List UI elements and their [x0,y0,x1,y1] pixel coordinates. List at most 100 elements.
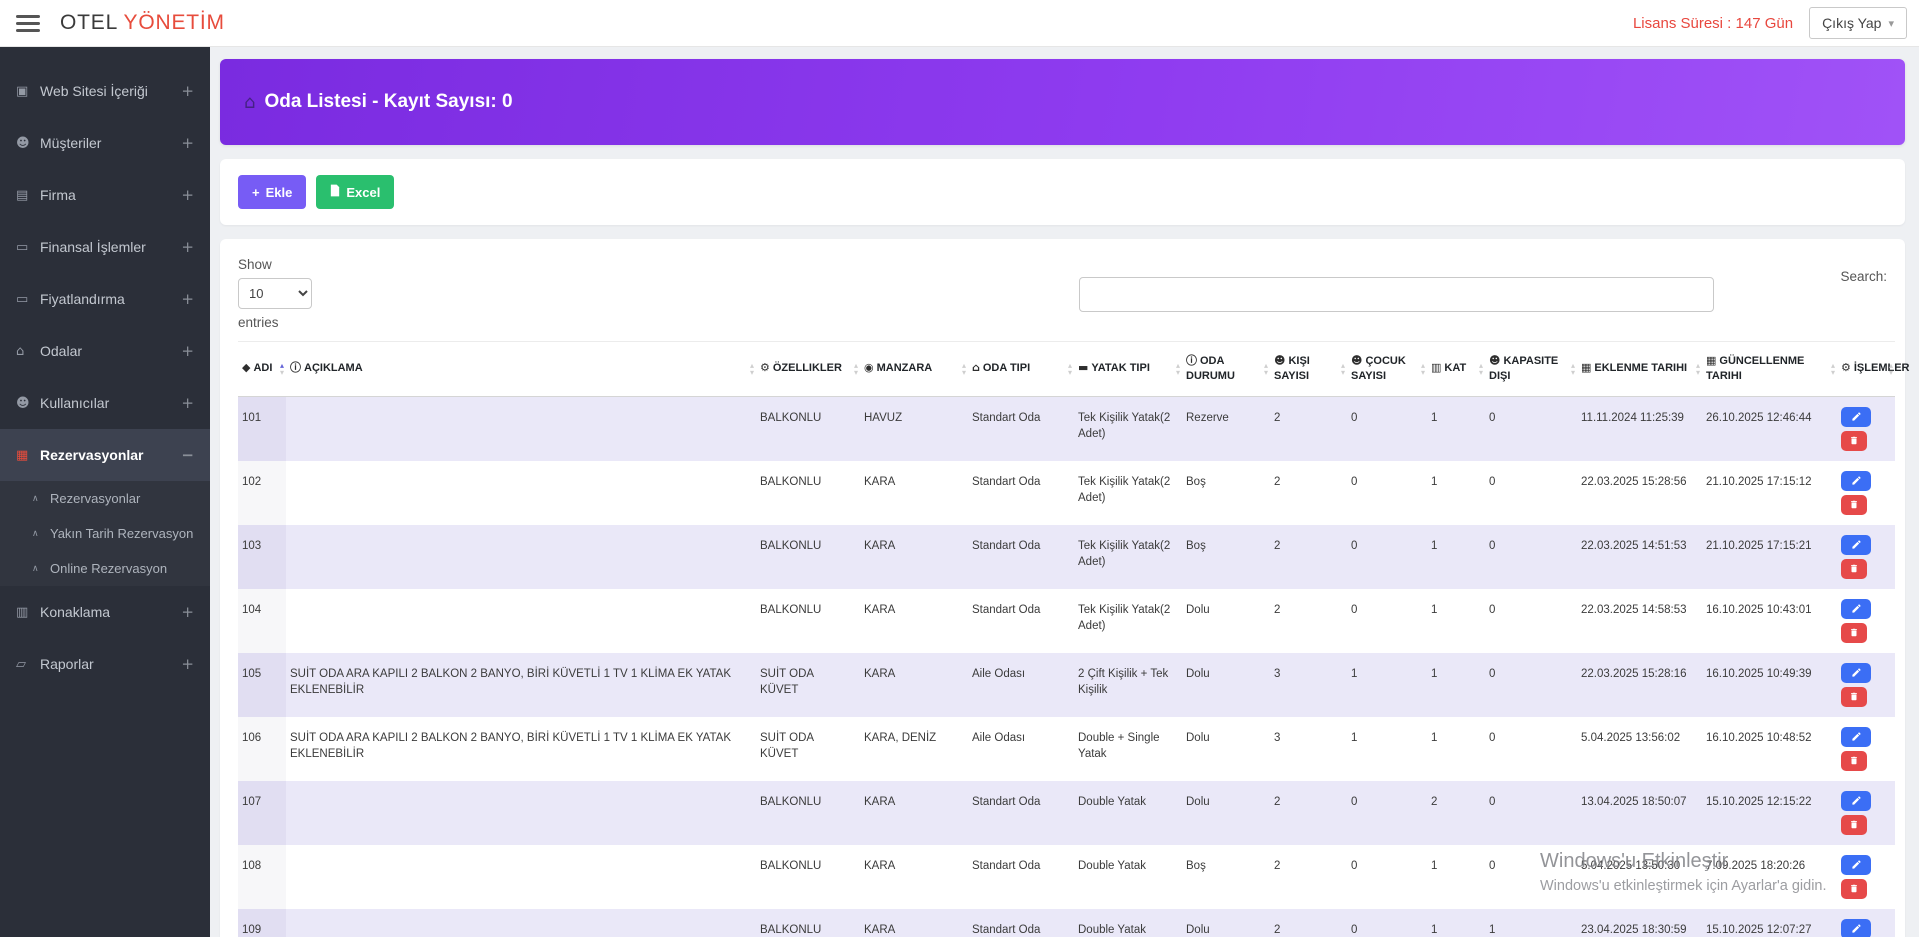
column-header-yatak-tipi[interactable]: ▬ YATAK TIPI ▴ ▾ [1074,341,1182,397]
delete-button[interactable] [1841,686,1867,707]
table-row: 106 SUİT ODA ARA KAPILI 2 BALKON 2 BANYO… [238,716,1895,781]
cell-oda-tipi: Standart Oda [972,923,1041,936]
cell-islemler [1837,909,1895,937]
sidebar-item-konaklama[interactable]: ▥ Konaklama + [0,586,210,638]
sidebar-item-label: Odalar [40,343,83,359]
delete-button[interactable] [1841,878,1867,899]
edit-button[interactable] [1841,470,1871,491]
edit-button[interactable] [1841,598,1871,619]
excel-export-button[interactable]: Excel [316,175,395,209]
cell-kisi-sayisi: 2 [1274,475,1281,488]
cell-guncellenme-tarihi: 16.10.2025 10:43:01 [1706,603,1812,616]
delete-button[interactable] [1841,622,1867,643]
trash-icon [1849,755,1859,766]
sidebar-item-rezervasyonlar[interactable]: ▦ Rezervasyonlar − [0,429,210,481]
logout-button[interactable]: Çıkış Yap ▾ [1809,7,1907,39]
cell-ozellikler: BALKONLU [760,859,822,872]
column-header-kisi-sayisi[interactable]: ☻ KIŞI SAYISI ▴ ▾ [1270,341,1347,397]
column-header-oda-durumu[interactable]: ⓘ ODA DURUMU ▴ ▾ [1182,341,1270,397]
sidebar-item-firma[interactable]: ▤ Firma + [0,169,210,221]
sidebar-subitem-rezervasyonlar[interactable]: ∧ Rezervasyonlar [0,481,210,516]
sidebar-item-fiyatlandirma[interactable]: ▭ Fiyatlandırma + [0,273,210,325]
edit-button[interactable] [1841,918,1871,937]
column-header-aciklama[interactable]: ⓘ AÇIKLAMA ▴ ▾ [286,341,756,397]
sidebar-item-raporlar[interactable]: ▱ Raporlar + [0,638,210,690]
sort-arrows-icon: ▴ ▾ [961,360,966,377]
sidebar-item-label: Firma [40,187,76,203]
delete-button[interactable] [1841,814,1867,835]
page-header-banner: ⌂ Oda Listesi - Kayıt Sayısı: 0 [220,59,1905,145]
delete-button[interactable] [1841,558,1867,579]
sidebar-subitem-online-rezervasyon[interactable]: ∧ Online Rezervasyon [0,551,210,586]
sidebar-item-label: Yakın Tarih Rezervasyon [50,526,194,541]
edit-button[interactable] [1841,790,1871,811]
delete-button[interactable] [1841,750,1867,771]
home-icon: ⌂ [16,343,25,359]
cell-islemler [1837,589,1895,653]
column-header-guncellenme-tarihi[interactable]: ▦ GÜNCELLENME TARIHI ▴ ▾ [1702,341,1837,397]
cell-manzara: KARA [864,795,896,808]
cell-eklenme-tarihi: 22.03.2025 14:51:53 [1581,539,1687,552]
delete-button[interactable] [1841,430,1867,451]
sidebar-item-web-sitesi-icerigi[interactable]: ▣ Web Sitesi İçeriği + [0,65,210,117]
plus-icon: + [252,184,260,200]
license-duration-text: Lisans Süresi : 147 Gün [1632,14,1794,32]
column-header-kat[interactable]: ▥ KAT ▴ ▾ [1427,341,1485,397]
pencil-icon [1851,667,1862,678]
cell-eklenme-tarihi: 13.04.2025 18:50:07 [1581,795,1687,808]
column-header-cocuk-sayisi[interactable]: ☻ ÇOCUK SAYISI ▴ ▾ [1347,341,1427,397]
cell-oda-tipi: Standart Oda [972,539,1041,552]
table-row: 109 BALKONLU KARA Standart Oda Double Ya… [238,908,1895,937]
cell-ozellikler: BALKONLU [760,603,822,616]
column-header-islemler[interactable]: ⚙ İŞLEMLER ▴ ▾ [1837,341,1910,397]
page-size-select[interactable]: 10 [238,278,312,309]
calendar-icon: ▦ [1581,361,1592,375]
cell-eklenme-tarihi: 23.04.2025 18:30:59 [1581,923,1687,936]
column-header-kapasite-disi[interactable]: ☻ KAPASITE DIŞI ▴ ▾ [1485,341,1577,397]
cell-adi: 103 [238,524,286,589]
edit-button[interactable] [1841,534,1871,555]
column-header-manzara[interactable]: ◉ MANZARA ▴ ▾ [860,341,968,397]
cell-manzara: KARA [864,667,896,680]
table-row: 103 BALKONLU KARA Standart Oda Tek Kişil… [238,524,1895,589]
folder-icon: ▱ [16,656,26,672]
cell-eklenme-tarihi: 11.11.2024 11:25:39 [1581,411,1684,424]
money-icon: ▭ [16,239,29,255]
edit-button[interactable] [1841,854,1871,875]
add-button[interactable]: + Ekle [238,175,307,209]
cell-kisi-sayisi: 2 [1274,923,1281,936]
sidebar-item-kullanicilar[interactable]: ☻ Kullanıcılar + [0,377,210,429]
users-icon: ☻ [1489,354,1501,367]
edit-button[interactable] [1841,662,1871,683]
sidebar-item-musteriler[interactable]: ☻ Müşteriler + [0,117,210,169]
cell-aciklama [286,845,756,909]
cell-yatak-tipi: 2 Çift Kişilik + Tek Kişilik [1078,667,1169,697]
expand-indicator: + [181,655,194,673]
eye-icon: ◉ [864,361,874,375]
edit-button[interactable] [1841,406,1871,427]
menu-toggle-icon[interactable] [16,11,40,36]
cell-islemler [1837,717,1895,781]
column-header-adi[interactable]: ◆ ADI ▴ ▾ [238,341,286,397]
edit-button[interactable] [1841,726,1871,747]
pencil-icon [1851,475,1862,486]
cell-ozellikler: BALKONLU [760,923,822,936]
cell-oda-durumu: Boş [1186,859,1206,872]
sidebar-item-odalar[interactable]: ⌂ Odalar + [0,325,210,377]
sidebar-subitem-yakin-tarih-rezervasyon[interactable]: ∧ Yakın Tarih Rezervasyon [0,516,210,551]
cell-ozellikler: BALKONLU [760,795,822,808]
sidebar-item-label: Finansal İşlemler [40,239,146,255]
cell-kisi-sayisi: 2 [1274,859,1281,872]
delete-button[interactable] [1841,494,1867,515]
cell-cocuk-sayisi: 0 [1351,411,1358,424]
users-icon: ☻ [1274,354,1286,367]
sidebar-item-finansal-islemler[interactable]: ▭ Finansal İşlemler + [0,221,210,273]
column-header-eklenme-tarihi[interactable]: ▦ EKLENME TARIHI ▴ ▾ [1577,341,1702,397]
cell-kisi-sayisi: 2 [1274,795,1281,808]
cell-adi: 101 [238,396,286,461]
cell-kapasite-disi: 0 [1489,603,1496,616]
pencil-icon [1851,411,1862,422]
column-header-ozellikler[interactable]: ⚙ ÖZELLIKLER ▴ ▾ [756,341,860,397]
column-header-oda-tipi[interactable]: ⌂ ODA TIPI ▴ ▾ [968,341,1074,397]
table-filter-input[interactable] [1078,277,1714,312]
